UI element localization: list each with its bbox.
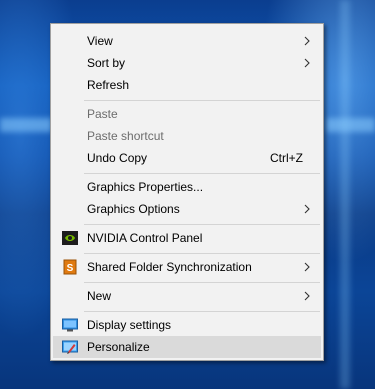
menu-separator <box>84 282 320 283</box>
light-beam <box>0 118 52 132</box>
menu-item-label: Paste <box>87 107 118 121</box>
menu-item-label: Refresh <box>87 78 130 92</box>
menu-item-graphics-properties[interactable]: Graphics Properties... <box>53 176 321 198</box>
menu-item-new[interactable]: New <box>53 285 321 307</box>
menu-separator <box>84 173 320 174</box>
chevron-right-icon <box>304 262 310 272</box>
menu-item-label: Personalize <box>87 340 150 354</box>
menu-separator <box>84 224 320 225</box>
menu-item-display-settings[interactable]: Display settings <box>53 314 321 336</box>
menu-item-label: Undo Copy <box>87 151 148 165</box>
menu-item-shared-folder-sync[interactable]: S Shared Folder Synchronization <box>53 256 321 278</box>
menu-item-undo-copy[interactable]: Undo Copy Ctrl+Z <box>53 147 321 169</box>
desktop-context-menu: View Sort by Refresh Paste Paste shortcu… <box>50 23 324 361</box>
menu-item-label: View <box>87 34 113 48</box>
menu-item-label: Sort by <box>87 56 126 70</box>
menu-item-personalize[interactable]: Personalize <box>53 336 321 358</box>
light-beam <box>326 118 375 132</box>
menu-separator <box>84 311 320 312</box>
menu-item-label: NVIDIA Control Panel <box>87 231 203 245</box>
chevron-right-icon <box>304 291 310 301</box>
chevron-right-icon <box>304 36 310 46</box>
menu-item-label: Graphics Options <box>87 202 180 216</box>
menu-item-label: Display settings <box>87 318 172 332</box>
nvidia-icon <box>62 231 78 245</box>
chevron-right-icon <box>304 204 310 214</box>
menu-item-paste[interactable]: Paste <box>53 103 321 125</box>
menu-item-label: Paste shortcut <box>87 129 164 143</box>
menu-item-shortcut: Ctrl+Z <box>270 151 303 165</box>
menu-item-sort-by[interactable]: Sort by <box>53 52 321 74</box>
menu-item-label: Graphics Properties... <box>87 180 204 194</box>
menu-item-graphics-options[interactable]: Graphics Options <box>53 198 321 220</box>
menu-item-label: New <box>87 289 112 303</box>
display-icon <box>62 318 78 332</box>
light-beam <box>340 0 350 389</box>
menu-separator <box>84 253 320 254</box>
personalize-icon <box>62 340 78 354</box>
menu-item-paste-shortcut[interactable]: Paste shortcut <box>53 125 321 147</box>
menu-item-refresh[interactable]: Refresh <box>53 74 321 96</box>
chevron-right-icon <box>304 58 310 68</box>
svg-text:S: S <box>67 263 74 274</box>
menu-item-label: Shared Folder Synchronization <box>87 260 252 274</box>
menu-item-nvidia-control-panel[interactable]: NVIDIA Control Panel <box>53 227 321 249</box>
menu-item-view[interactable]: View <box>53 30 321 52</box>
shared-folder-sync-icon: S <box>63 259 77 275</box>
menu-separator <box>84 100 320 101</box>
